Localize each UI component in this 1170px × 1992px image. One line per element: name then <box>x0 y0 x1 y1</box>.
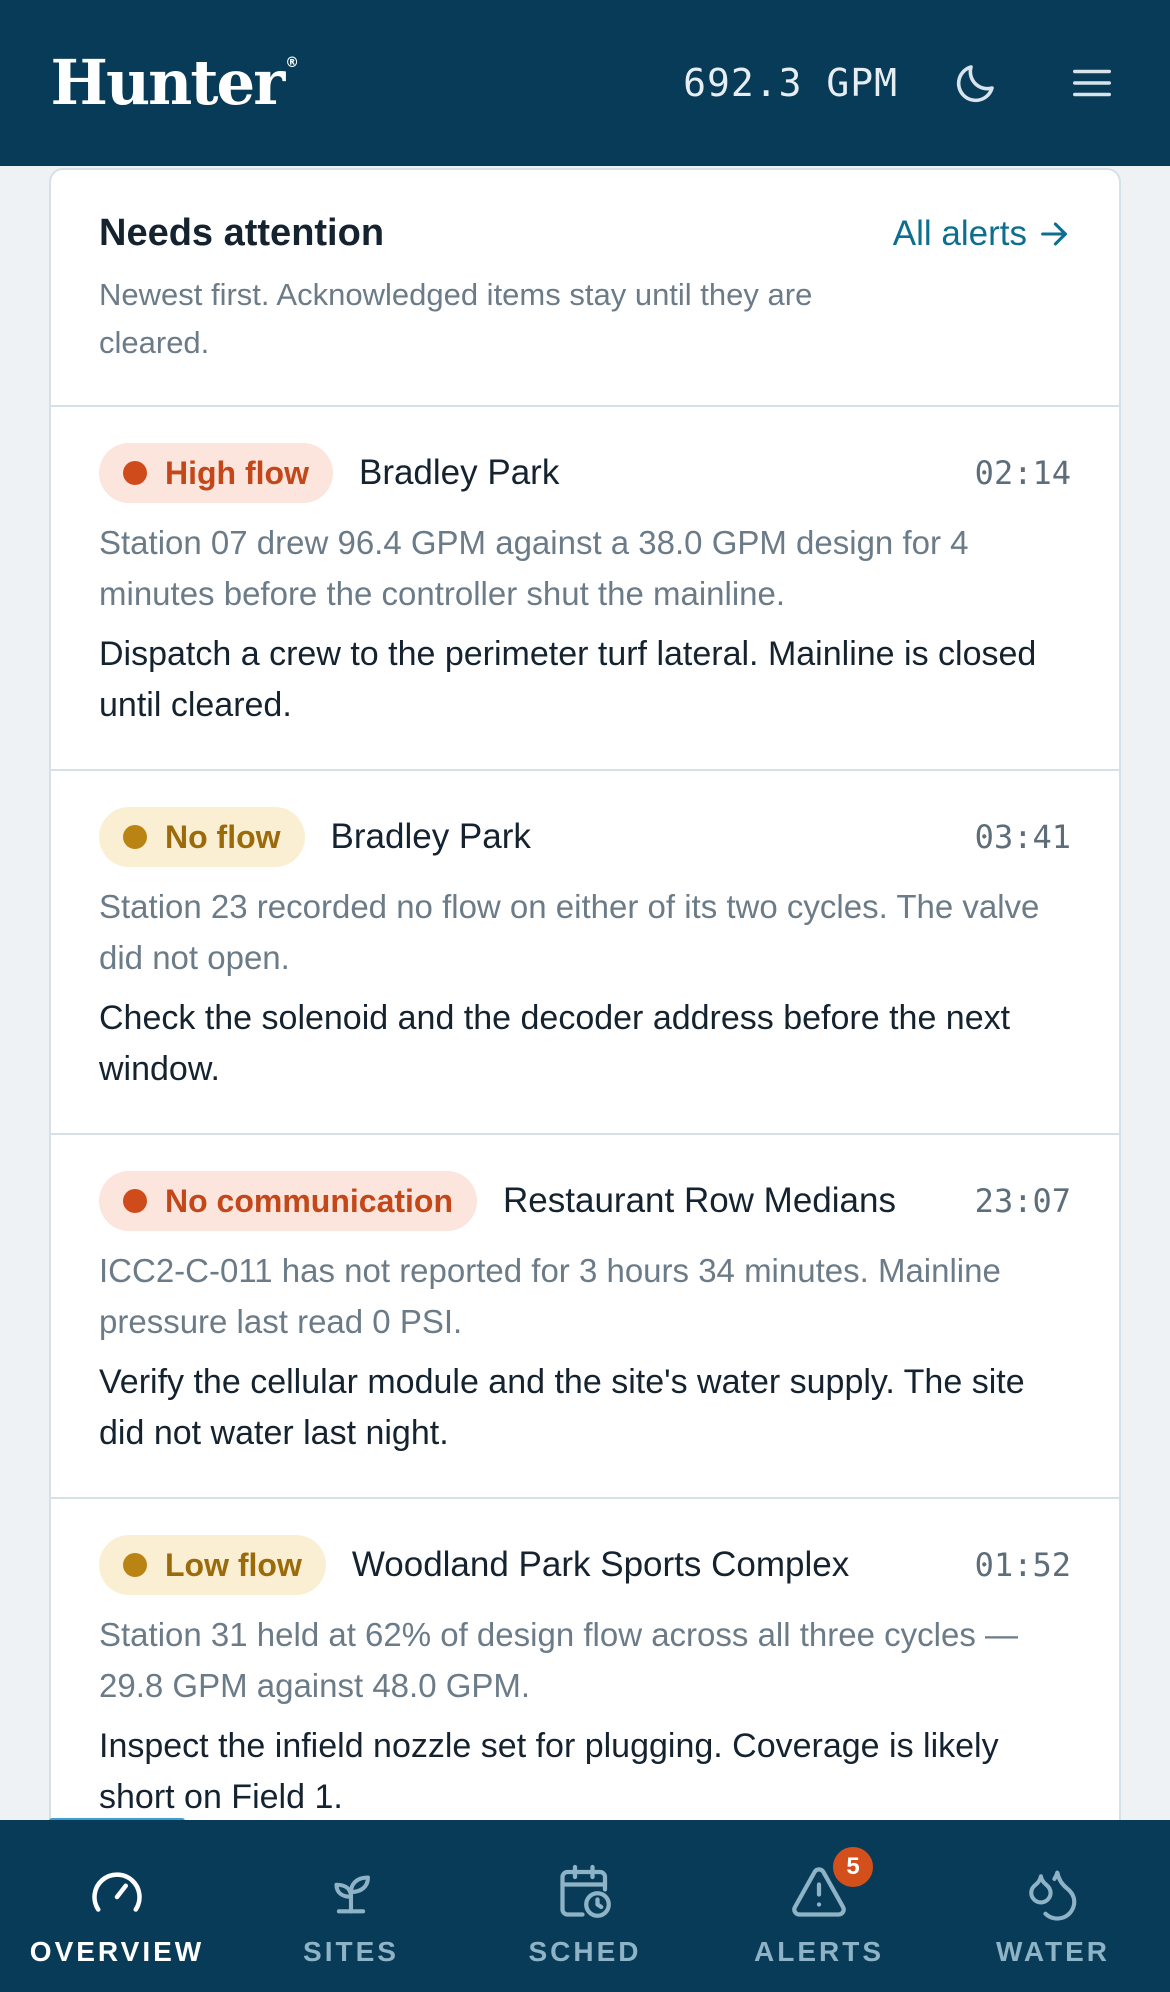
droplets-icon <box>1021 1860 1085 1924</box>
alert-time: 03:41 <box>974 818 1071 856</box>
alert-type-badge: Low flow <box>99 1535 326 1595</box>
alert-time: 01:52 <box>974 1546 1071 1584</box>
calendar-clock-icon <box>553 1860 617 1924</box>
alert-type-badge: No communication <box>99 1171 478 1231</box>
gauge-icon <box>85 1860 149 1924</box>
alert-action: Dispatch a crew to the perimeter turf la… <box>99 635 1037 724</box>
alert-header: No flow Bradley Park 03:41 <box>99 807 1071 867</box>
alert-type-badge: High flow <box>99 443 333 503</box>
alert-item[interactable]: No communication Restaurant Row Medians … <box>51 1135 1119 1499</box>
card-header: Needs attention Newest first. Acknowledg… <box>51 170 1119 407</box>
alert-action: Check the solenoid and the decoder addre… <box>99 999 1011 1088</box>
moon-icon <box>956 65 994 103</box>
flow-readout: 692.3 GPM <box>683 61 898 105</box>
alerts-count-badge: 5 <box>830 1844 876 1890</box>
needs-attention-card: Needs attention Newest first. Acknowledg… <box>49 168 1121 1820</box>
alert-header: No communication Restaurant Row Medians … <box>99 1171 1071 1231</box>
nav-label: SITES <box>303 1936 399 1967</box>
status-dot-icon <box>123 1189 147 1213</box>
all-alerts-link[interactable]: All alerts <box>893 214 1071 254</box>
nav-label: WATER <box>995 1936 1111 1967</box>
alert-site: Woodland Park Sports Complex <box>351 1545 850 1584</box>
alert-action: Verify the cellular module and the site'… <box>99 1363 1025 1452</box>
nav-overview[interactable]: OVERVIEW <box>0 1820 234 1992</box>
nav-label: ALERTS <box>754 1936 884 1967</box>
alert-description: Station 31 held at 62% of design flow ac… <box>99 1616 1018 1704</box>
arrow-right-icon <box>1041 222 1067 246</box>
alert-time: 02:14 <box>974 454 1071 492</box>
alert-item[interactable]: Low flow Woodland Park Sports Complex 01… <box>51 1499 1119 1820</box>
app: Hunter ® 692.3 GPM Needs attention Newest… <box>0 0 1170 1992</box>
top-bar: Hunter ® 692.3 GPM <box>0 0 1170 166</box>
main-content[interactable]: Needs attention Newest first. Acknowledg… <box>0 166 1170 1820</box>
nav-sites[interactable]: SITES <box>234 1820 468 1992</box>
bottom-nav: OVERVIEW SITES SCHED 5 ALERTS WATER <box>0 1820 1170 1992</box>
alert-site: Bradley Park <box>330 817 531 856</box>
alert-type-label: High flow <box>165 454 309 491</box>
alert-time: 23:07 <box>974 1182 1071 1220</box>
alert-header: High flow Bradley Park 02:14 <box>99 443 1071 503</box>
alert-type-label: No communication <box>165 1182 454 1219</box>
alert-item[interactable]: High flow Bradley Park 02:14 Station 07 … <box>51 407 1119 771</box>
alert-action: Inspect the infield nozzle set for plugg… <box>99 1727 999 1816</box>
menu-button[interactable] <box>1062 53 1122 113</box>
status-dot-icon <box>123 825 147 849</box>
alert-type-label: Low flow <box>165 1546 302 1583</box>
alert-type-badge: No flow <box>99 807 305 867</box>
alert-site: Bradley Park <box>358 453 560 492</box>
alert-description: Station 07 drew 96.4 GPM against a 38.0 … <box>99 524 969 612</box>
nav-label: OVERVIEW <box>29 1936 205 1967</box>
nav-water[interactable]: WATER <box>936 1820 1170 1992</box>
sprout-icon <box>319 1860 383 1924</box>
alert-site: Restaurant Row Medians <box>503 1181 896 1220</box>
nav-schedule[interactable]: SCHED <box>468 1820 702 1992</box>
nav-alerts[interactable]: 5 ALERTS <box>702 1820 936 1992</box>
alert-description: Station 23 recorded no flow on either of… <box>99 888 1040 976</box>
alert-item[interactable]: No flow Bradley Park 03:41 Station 23 re… <box>51 771 1119 1135</box>
registered-mark: ® <box>285 55 299 71</box>
status-dot-icon <box>123 461 147 485</box>
all-alerts-label: All alerts <box>892 214 1027 253</box>
alert-description: ICC2-C-011 has not reported for 3 hours … <box>99 1252 1001 1340</box>
card-subtitle: Newest first. Acknowledged items stay un… <box>99 277 813 360</box>
nav-label: SCHED <box>528 1936 642 1967</box>
brand-logo[interactable]: Hunter ® <box>50 46 299 119</box>
menu-icon <box>1073 69 1111 97</box>
status-dot-icon <box>123 1553 147 1577</box>
brand-logo-text: Hunter <box>50 46 286 119</box>
alert-type-label: No flow <box>165 818 281 855</box>
alert-header: Low flow Woodland Park Sports Complex 01… <box>99 1535 1071 1595</box>
theme-toggle-button[interactable] <box>946 53 1006 113</box>
